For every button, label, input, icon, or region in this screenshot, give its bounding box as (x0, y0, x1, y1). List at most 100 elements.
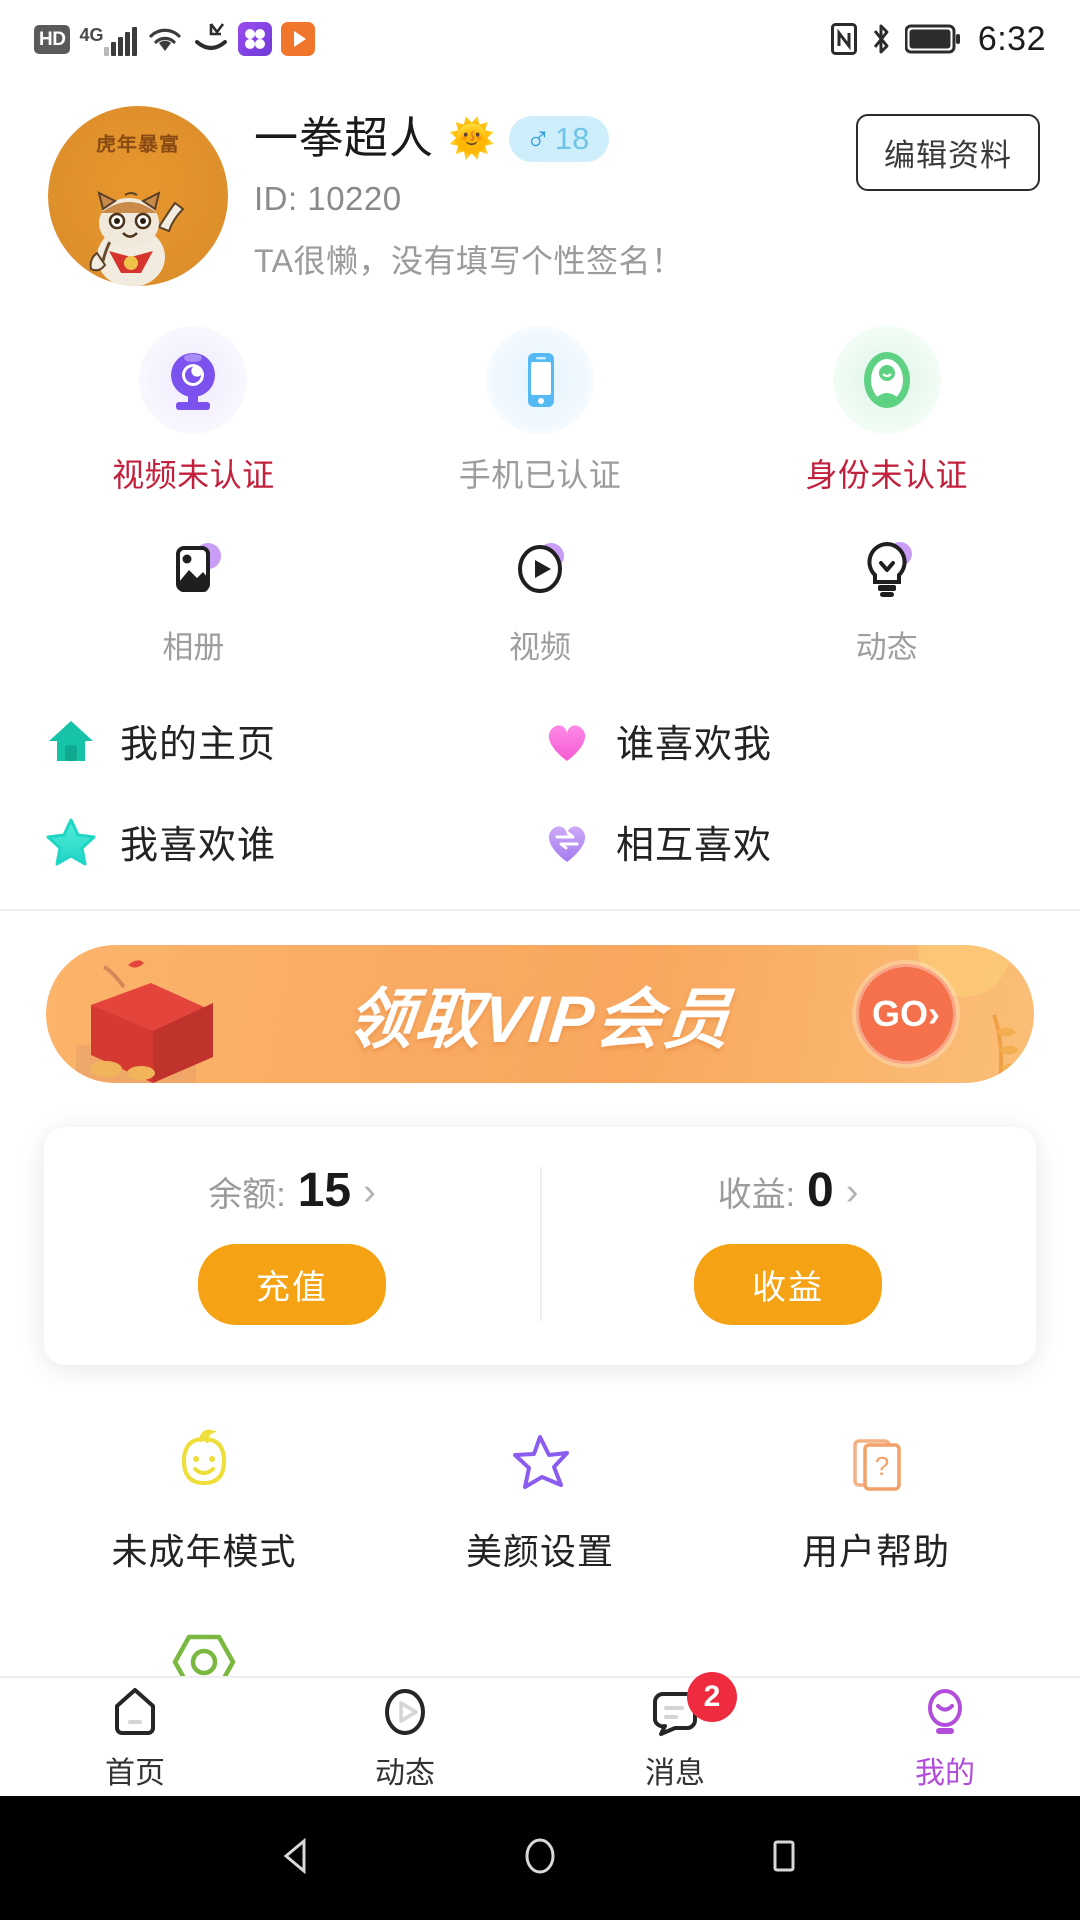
album-icon (158, 534, 228, 604)
male-symbol-icon: ♂ (525, 119, 551, 157)
link-item-who-i-like[interactable]: 我喜欢谁 (44, 814, 540, 869)
tool-item-minor-mode[interactable]: 未成年模式 (36, 1421, 372, 1575)
link-item-mutual-likes[interactable]: 相互喜欢 (540, 814, 1036, 869)
wifi-icon (146, 23, 184, 55)
recents-square-icon[interactable] (762, 1834, 806, 1883)
tiger-illustration (89, 191, 185, 286)
wallet-balance-column[interactable]: 余额: 15 › 充值 (44, 1163, 540, 1325)
verification-row: 视频未认证 手机已认证 身份未认证 (0, 326, 1080, 496)
gift-box-illustration (76, 960, 213, 1083)
status-bar-right: 6:32 (830, 19, 1046, 59)
tab-messages[interactable]: 2 消息 (540, 1672, 810, 1792)
chevron-right-icon[interactable]: › (846, 1173, 859, 1211)
webcam-icon (139, 326, 248, 434)
bluetooth-icon (870, 22, 892, 56)
recharge-button[interactable]: 充值 (198, 1244, 386, 1325)
wallet-income-row[interactable]: 收益: 0 › (718, 1163, 859, 1218)
lightbulb-icon (852, 534, 922, 604)
profile-header: 虎年暴富 一拳超人 🌞 ♂ 18 ID: 10220 TA很懒，没有填写个性签名… (0, 78, 1080, 286)
play-tab-icon (377, 1682, 433, 1742)
media-label: 视频 (509, 630, 571, 665)
balance-value: 15 (297, 1164, 352, 1217)
wallet-wrap: 余额: 15 › 充值 收益: 0 › 收益 (0, 1083, 1080, 1365)
nfc-icon (830, 23, 857, 55)
tool-item-user-help[interactable]: ? 用户帮助 (708, 1421, 1044, 1575)
balance-label: 余额: (208, 1176, 286, 1214)
vip-banner-text: 领取VIP会员 (343, 982, 736, 1056)
wallet-card: 余额: 15 › 充值 收益: 0 › 收益 (44, 1127, 1036, 1365)
gender-age-badge: ♂ 18 (509, 116, 610, 162)
tool-label: 美颜设置 (465, 1531, 614, 1572)
wallet-income-column[interactable]: 收益: 0 › 收益 (540, 1163, 1036, 1325)
link-grid: 我的主页 谁喜欢我 我喜欢谁 相互喜欢 (0, 713, 1080, 911)
tab-moments[interactable]: 动态 (270, 1682, 540, 1792)
battery-icon (904, 24, 961, 54)
verification-item-identity[interactable]: 身份未认证 (713, 326, 1060, 496)
income-label: 收益: (717, 1176, 796, 1214)
android-navigation-bar (0, 1796, 1080, 1920)
vip-go-button[interactable]: GO › (856, 964, 956, 1064)
signal-bars (104, 26, 138, 56)
back-triangle-icon[interactable] (274, 1834, 318, 1883)
tab-home[interactable]: 首页 (0, 1682, 270, 1792)
chevron-right-icon[interactable]: › (363, 1173, 376, 1211)
verification-label: 手机已认证 (458, 457, 622, 493)
missed-call-icon (193, 22, 229, 56)
mutual-heart-icon (540, 815, 594, 869)
link-label: 谁喜欢我 (616, 724, 773, 766)
phone-icon (486, 326, 594, 434)
tab-label: 消息 (645, 1757, 705, 1790)
vip-banner-wrap: 领取VIP会员 GO › (0, 911, 1080, 1083)
link-item-who-likes-me[interactable]: 谁喜欢我 (540, 713, 1036, 768)
home-tab-icon (107, 1682, 163, 1742)
app-orange-icon (281, 22, 316, 56)
tab-profile[interactable]: 我的 (810, 1682, 1080, 1792)
age-label: 18 (554, 120, 590, 156)
media-item-album[interactable]: 相册 (20, 534, 367, 667)
verification-item-phone[interactable]: 手机已认证 (367, 326, 714, 496)
edit-profile-button[interactable]: 编辑资料 (856, 114, 1040, 191)
media-item-video[interactable]: 视频 (367, 534, 714, 667)
app-purple-icon (238, 22, 273, 56)
tab-label: 首页 (105, 1757, 165, 1790)
vip-banner[interactable]: 领取VIP会员 GO › (46, 945, 1034, 1083)
message-tab-icon: 2 (647, 1672, 737, 1742)
media-label: 相册 (162, 630, 225, 665)
link-item-my-homepage[interactable]: 我的主页 (44, 713, 540, 768)
home-icon (44, 714, 98, 768)
identity-icon (832, 326, 941, 434)
tool-label: 未成年模式 (111, 1531, 297, 1572)
tool-item-beauty-settings[interactable]: 美颜设置 (372, 1421, 708, 1575)
link-label: 我喜欢谁 (120, 825, 277, 867)
network-label: 4G (79, 25, 104, 45)
verification-item-video[interactable]: 视频未认证 (20, 326, 367, 496)
media-item-moments[interactable]: 动态 (713, 534, 1060, 667)
signature: TA很懒，没有填写个性签名！ (254, 243, 684, 279)
svg-text:?: ? (875, 1451, 889, 1481)
home-circle-icon[interactable] (518, 1834, 562, 1883)
status-bar-time: 6:32 (977, 19, 1046, 58)
help-cards-icon: ? (837, 1421, 915, 1507)
link-label: 我的主页 (120, 724, 277, 766)
video-play-icon (505, 534, 575, 604)
beauty-star-icon (501, 1421, 579, 1507)
tab-label: 我的 (915, 1757, 975, 1790)
status-bar-left: HD 4G (34, 22, 316, 56)
income-value: 0 (807, 1164, 834, 1217)
heart-icon (540, 714, 594, 768)
chevron-right-icon: › (928, 993, 940, 1034)
username: 一拳超人 (254, 114, 434, 163)
income-button[interactable]: 收益 (694, 1244, 882, 1325)
wallet-balance-row[interactable]: 余额: 15 › (208, 1163, 376, 1218)
tool-label: 用户帮助 (801, 1531, 950, 1572)
vip-go-label: GO (871, 993, 928, 1034)
sun-emoji: 🌞 (448, 118, 496, 160)
media-label: 动态 (855, 630, 918, 665)
avatar[interactable]: 虎年暴富 (48, 106, 228, 286)
tools-row: 未成年模式 美颜设置 ? 用户帮助 (0, 1421, 1080, 1575)
hd-icon: HD (34, 24, 71, 54)
baby-face-icon (165, 1421, 243, 1507)
message-badge: 2 (687, 1672, 737, 1722)
bottom-tab-bar: 首页 动态 2 消息 我的 (0, 1672, 1080, 1796)
avatar-text: 虎年暴富 (96, 134, 180, 156)
